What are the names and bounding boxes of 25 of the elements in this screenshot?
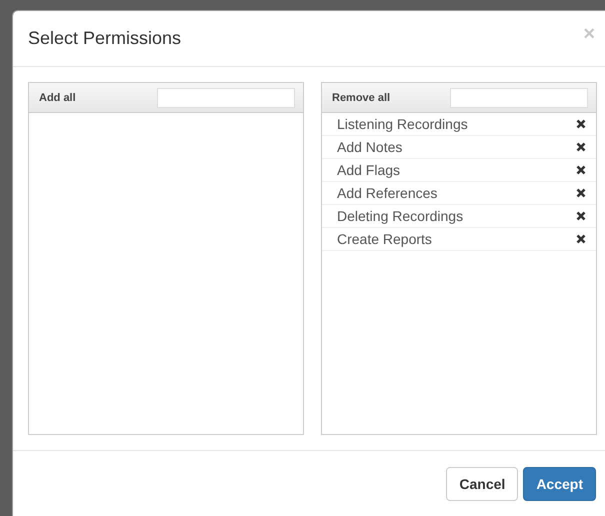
filter-field[interactable] [157,88,295,108]
remove-icon[interactable] [576,142,586,152]
permission-label: Add References [337,185,438,201]
permission-item[interactable]: Add Notes [322,136,596,159]
permission-label: Create Reports [337,231,432,247]
remove-icon[interactable] [576,119,586,129]
permission-item[interactable]: Create Reports [322,228,596,251]
permission-label: Listening Recordings [337,116,468,132]
remove-icon[interactable] [576,165,586,175]
remove-icon[interactable] [576,234,586,244]
permission-label: Add Notes [337,139,402,155]
permission-item[interactable]: Deleting Recordings [322,205,596,228]
filter-field[interactable] [450,88,588,108]
remove-icon[interactable] [576,188,586,198]
cancel-button[interactable]: Cancel [446,466,518,500]
permission-item[interactable]: Add Flags [322,159,596,182]
accept-button[interactable]: Accept [523,466,596,500]
dialog-title: Select Permissions [28,28,182,49]
permission-item[interactable]: Listening Recordings [322,113,596,136]
permission-label: Add Flags [337,162,400,178]
panel-action-link[interactable]: Remove all [332,92,390,104]
panel-action-link[interactable]: Add all [39,92,76,104]
remove-icon[interactable] [576,211,586,221]
permission-label: Deleting Recordings [337,208,464,224]
permission-item[interactable]: Add References [322,182,596,205]
